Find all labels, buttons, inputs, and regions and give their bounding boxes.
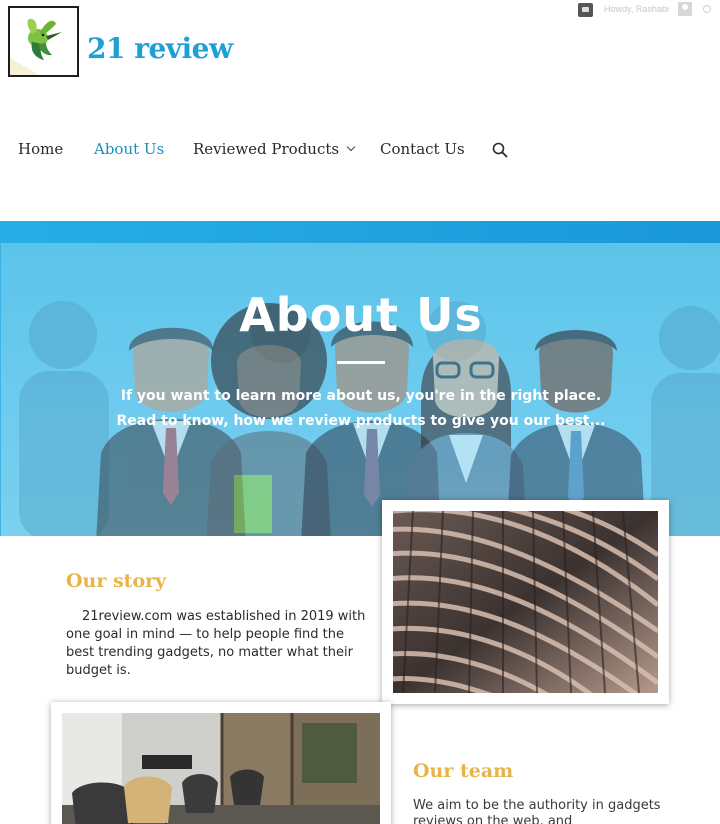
building-facade-image [393, 511, 658, 693]
main-navigation: Home About Us Reviewed Products Contact … [0, 140, 720, 162]
nav-item-reviewed-products-label: Reviewed Products [193, 140, 340, 158]
building-photo [382, 500, 669, 704]
our-story-text: 21review.com was established in 2019 wit… [66, 609, 366, 678]
nav-item-home[interactable]: Home [18, 140, 63, 158]
comment-icon[interactable] [578, 3, 593, 17]
hero-subtitle-line1: If you want to learn more about us, you'… [120, 388, 602, 404]
site-title[interactable]: 21 review [87, 32, 233, 65]
page-title: About Us [239, 288, 483, 342]
nav-item-about-us[interactable]: About Us [94, 140, 164, 158]
hero-top-strip [0, 221, 720, 244]
hero-banner: About Us If you want to learn more about… [0, 243, 720, 536]
admin-search-icon[interactable] [703, 5, 711, 13]
office-interior-image [62, 713, 380, 824]
avatar[interactable] [678, 2, 692, 16]
admin-greeting[interactable]: Howdy, Rashabi [604, 4, 669, 14]
nav-item-reviewed-products[interactable]: Reviewed Products [193, 140, 356, 158]
interior-photo [51, 702, 391, 824]
hero-subtitle-line2: Read to know, how we review products to … [116, 413, 606, 429]
our-story-heading: Our story [66, 570, 167, 592]
title-divider [337, 361, 385, 364]
search-icon[interactable] [492, 142, 508, 158]
hummingbird-icon [10, 8, 62, 75]
admin-bar: Howdy, Rashabi [0, 0, 720, 22]
site-logo[interactable] [8, 6, 79, 77]
chevron-down-icon [346, 142, 356, 152]
our-team-heading: Our team [413, 760, 514, 782]
our-team-text: We aim to be the authority in gadgets re… [413, 798, 661, 824]
nav-item-contact-us[interactable]: Contact Us [380, 140, 465, 158]
